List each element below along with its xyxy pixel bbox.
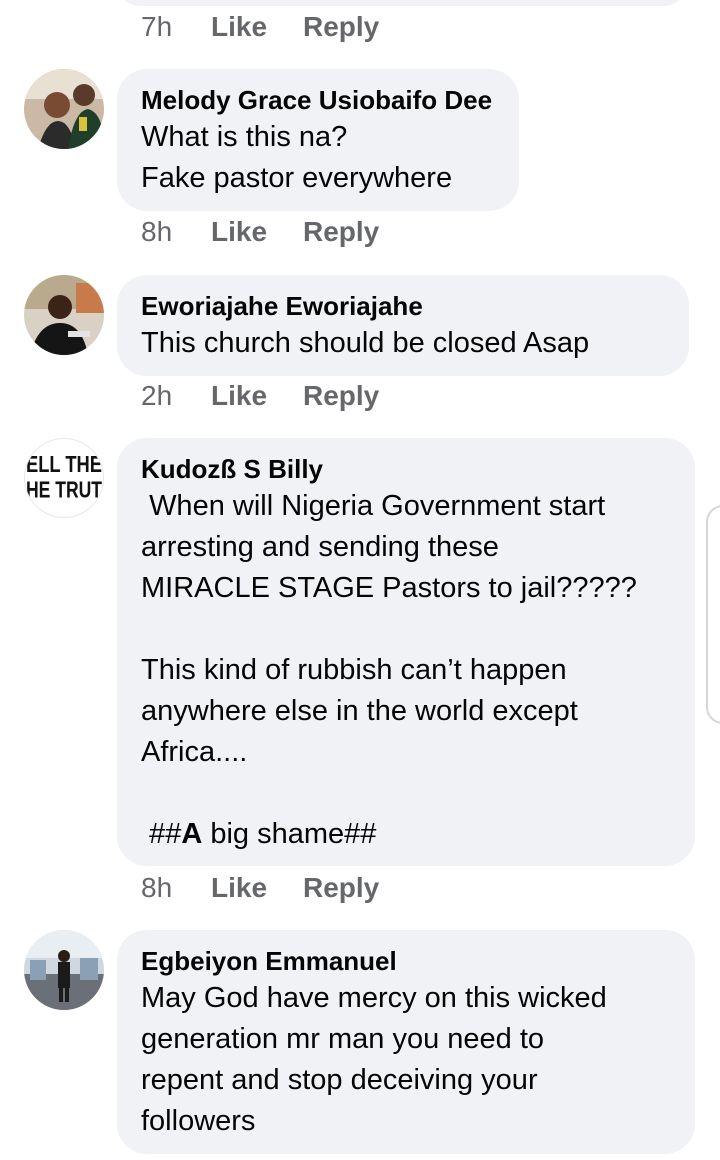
comment-bubble: Kudozß S Billy When will Nigeria Governm… xyxy=(117,438,695,866)
comment-text-line: Fake pastor everywhere xyxy=(141,162,453,194)
reply-button[interactable]: Reply xyxy=(303,11,379,43)
comment-text-line: Africa.... xyxy=(141,736,248,768)
reply-button[interactable]: Reply xyxy=(303,380,379,412)
comment-author[interactable]: Egbeiyon Emmanuel xyxy=(141,944,671,978)
avatar-photo xyxy=(24,275,104,355)
comment-time: 7h xyxy=(141,11,173,42)
avatar-text-line: HE TRUT xyxy=(26,477,103,503)
avatar[interactable] xyxy=(24,69,104,149)
previous-comment-bubble xyxy=(117,0,687,6)
comment-text-line: repent and stop deceiving your xyxy=(141,1064,538,1096)
avatar[interactable] xyxy=(24,275,104,355)
like-button[interactable]: Like xyxy=(211,872,303,904)
comment-bubble: Egbeiyon Emmanuel May God have mercy on … xyxy=(117,930,695,1154)
comment-author[interactable]: Melody Grace Usiobaifo Dee xyxy=(141,83,495,117)
comment-text-line: generation mr man you need to xyxy=(141,1023,545,1055)
comment-text-line: anywhere else in the world except xyxy=(141,695,578,727)
comment-text-line: arresting and sending these xyxy=(141,531,499,563)
comment-text-line: followers xyxy=(141,1105,256,1137)
reply-button[interactable]: Reply xyxy=(303,872,379,904)
avatar[interactable]: ELL THE HE TRUT xyxy=(24,438,104,518)
comment-bubble: Melody Grace Usiobaifo Dee What is this … xyxy=(117,69,519,211)
comment-text-line: What is this na? xyxy=(141,121,348,153)
avatar[interactable] xyxy=(24,930,104,1010)
comment-bubble: Eworiajahe Eworiajahe This church should… xyxy=(117,275,689,376)
floating-chat-handle[interactable] xyxy=(706,505,720,724)
comment-text-line: ##A big shame## xyxy=(141,814,671,855)
comment-text-line: When will Nigeria Government start xyxy=(141,490,606,522)
comment-time: 8h xyxy=(141,216,173,247)
like-button[interactable]: Like xyxy=(211,380,303,412)
emphasis-bold: A xyxy=(181,818,203,850)
avatar-photo: ELL THE HE TRUT xyxy=(25,439,103,517)
emphasis-lead: ## xyxy=(141,818,182,850)
comment-text-line: MIRACLE STAGE Pastors to jail????? xyxy=(141,572,637,604)
comment-text-line: This church should be closed Asap xyxy=(141,327,590,359)
avatar-photo xyxy=(24,930,104,1010)
like-button[interactable]: Like xyxy=(211,216,303,248)
comment-time: 8h xyxy=(141,872,173,903)
comment-author[interactable]: Eworiajahe Eworiajahe xyxy=(141,289,665,323)
comment-meta: 8h Like Reply xyxy=(141,871,379,905)
previous-comment-meta: 7h Like Reply xyxy=(141,10,379,44)
reply-button[interactable]: Reply xyxy=(303,216,379,248)
comment-meta: 2h Like Reply xyxy=(141,379,379,413)
comment-meta: 8h Like Reply xyxy=(141,215,379,249)
comment-text-line: May God have mercy on this wicked xyxy=(141,982,607,1014)
comment-author[interactable]: Kudozß S Billy xyxy=(141,452,671,486)
avatar-text-line: ELL THE xyxy=(26,451,102,477)
comment-text-line: This kind of rubbish can’t happen xyxy=(141,654,567,686)
comment-time: 2h xyxy=(141,380,173,411)
emphasis-rest: big shame## xyxy=(202,818,377,850)
comment-text-line xyxy=(141,773,671,814)
like-button[interactable]: Like xyxy=(211,11,303,43)
comment-text-line xyxy=(141,609,671,650)
avatar-photo xyxy=(24,69,104,149)
